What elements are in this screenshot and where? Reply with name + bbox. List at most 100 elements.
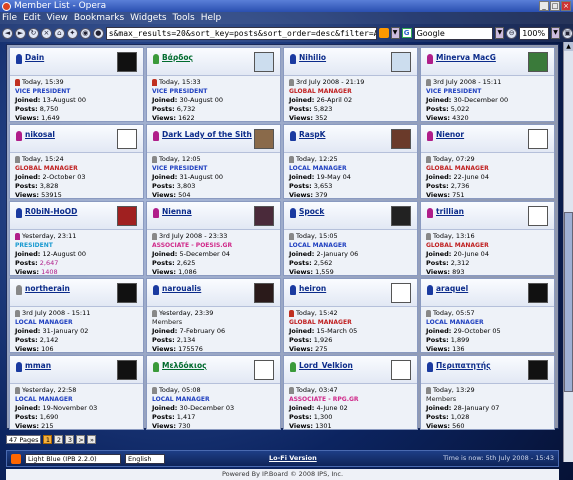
avatar[interactable] — [117, 206, 137, 226]
zoom-field[interactable]: 100% — [519, 26, 550, 40]
member-name-link[interactable]: RaspK — [299, 130, 325, 139]
views-label: Views: — [15, 114, 40, 122]
avatar[interactable] — [254, 129, 274, 149]
member-name-link[interactable]: Nienor — [436, 130, 464, 139]
member-name-link[interactable]: Dark Lady of the Sith — [162, 130, 252, 139]
member-card: Βάρδος Today, 15:33 VICE PRESIDENT Joined: … — [146, 47, 281, 122]
member-name-link[interactable]: Nienna — [162, 207, 192, 216]
member-name-link[interactable]: Dain — [25, 53, 44, 62]
posts-value: 8,750 — [39, 105, 59, 113]
search-dropdown-icon[interactable]: ▼ — [495, 27, 505, 39]
avatar[interactable] — [254, 360, 274, 380]
zoom-icon: ⊖ — [506, 27, 518, 39]
avatar[interactable] — [117, 52, 137, 72]
avatar[interactable] — [528, 360, 548, 380]
scroll-up-icon[interactable]: ▲ — [564, 42, 573, 51]
avatar[interactable] — [391, 206, 411, 226]
reload-icon[interactable]: ↻ — [27, 27, 39, 39]
avatar[interactable] — [117, 283, 137, 303]
avatar[interactable] — [528, 52, 548, 72]
member-name-link[interactable]: Lord_Velkion — [299, 361, 353, 370]
page-3-button[interactable]: 3 — [65, 435, 75, 444]
member-name-link[interactable]: northerain — [25, 284, 70, 293]
last-active-icon — [426, 79, 431, 86]
person-icon — [427, 208, 433, 218]
avatar[interactable] — [528, 283, 548, 303]
menu-bookmarks[interactable]: Bookmarks — [74, 12, 124, 24]
last-active: Yesterday, 23:39 — [159, 309, 214, 317]
menu-tools[interactable]: Tools — [173, 12, 195, 24]
menu-widgets[interactable]: Widgets — [130, 12, 166, 24]
avatar[interactable] — [254, 206, 274, 226]
vertical-scrollbar[interactable]: ▲ — [563, 42, 573, 462]
member-name-link[interactable]: nikosal — [25, 130, 55, 139]
joined-label: Joined: — [15, 327, 41, 335]
member-group: Members — [152, 318, 183, 326]
page-count[interactable]: 47 Pages — [6, 435, 42, 444]
forward-icon[interactable]: ► — [14, 27, 26, 39]
member-card-header: Dain — [10, 48, 143, 76]
avatar[interactable] — [528, 129, 548, 149]
rss-icon[interactable] — [11, 454, 21, 464]
avatar[interactable] — [391, 283, 411, 303]
joined-value: 29-October 05 — [453, 327, 501, 335]
member-name-link[interactable]: R0biN-HoOD — [25, 207, 77, 216]
next-page-button[interactable]: > — [76, 435, 86, 444]
wand-icon[interactable]: ✦ — [66, 27, 78, 39]
avatar[interactable] — [117, 129, 137, 149]
zoom-dropdown-icon[interactable]: ▼ — [551, 27, 561, 39]
stop-icon[interactable]: × — [40, 27, 52, 39]
views-label: Views: — [15, 422, 40, 430]
menu-file[interactable]: File — [2, 12, 17, 24]
views-value: 1,086 — [178, 268, 197, 276]
member-name-link[interactable]: Μελδόκιος — [162, 361, 207, 370]
views-label: Views: — [15, 191, 40, 199]
avatar[interactable] — [528, 206, 548, 226]
member-card: RaspK Today, 12:25 LOCAL MANAGER Joined: 19… — [283, 124, 418, 199]
menu-edit[interactable]: Edit — [23, 12, 40, 24]
avatar[interactable] — [391, 52, 411, 72]
page-2-button[interactable]: 2 — [54, 435, 64, 444]
person-icon — [290, 54, 296, 64]
panel-icon[interactable]: ▣ — [562, 27, 573, 39]
maximize-icon[interactable]: □ — [550, 1, 560, 11]
member-name-link[interactable]: Βάρδος — [162, 53, 193, 62]
scroll-thumb[interactable] — [564, 212, 573, 392]
member-card-header: Dark Lady of the Sith — [147, 125, 280, 153]
views-label: Views: — [289, 114, 314, 122]
views-label: Views: — [426, 345, 451, 353]
address-bar[interactable]: s&max_results=20&sort_key=posts&sort_ord… — [105, 26, 377, 40]
avatar[interactable] — [254, 52, 274, 72]
close-icon[interactable]: × — [561, 1, 571, 11]
member-card-header: Βάρδος — [147, 48, 280, 76]
member-name-link[interactable]: Spock — [299, 207, 324, 216]
member-name-link[interactable]: araquel — [436, 284, 468, 293]
speed-dial-icon[interactable]: ◉ — [79, 27, 91, 39]
skin-selector[interactable]: Light Blue (IPB 2.2.0) — [25, 454, 121, 464]
avatar[interactable] — [254, 283, 274, 303]
back-icon[interactable]: ◄ — [2, 27, 13, 39]
member-name-link[interactable]: Περιπατητής — [436, 361, 491, 370]
member-name-link[interactable]: Minerva MacG — [436, 53, 496, 62]
member-name-link[interactable]: trillian — [436, 207, 464, 216]
address-dropdown-icon[interactable]: ▼ — [390, 27, 400, 39]
member-name-link[interactable]: heiron — [299, 284, 326, 293]
member-name-link[interactable]: mman — [25, 361, 51, 370]
language-selector[interactable]: English — [125, 454, 165, 464]
avatar[interactable] — [391, 129, 411, 149]
minimize-icon[interactable]: _ — [539, 1, 549, 11]
lofi-version-link[interactable]: Lo-Fi Version — [269, 451, 317, 466]
page-1-button[interactable]: 1 — [43, 435, 53, 444]
member-name-link[interactable]: naroualis — [162, 284, 201, 293]
security-icon[interactable]: ● — [92, 27, 104, 39]
last-active: 3rd July 2008 - 15:11 — [433, 78, 502, 86]
avatar[interactable] — [117, 360, 137, 380]
avatar[interactable] — [391, 360, 411, 380]
menu-help[interactable]: Help — [201, 12, 222, 24]
last-page-button[interactable]: » — [87, 435, 97, 444]
search-input[interactable]: Google — [413, 26, 494, 40]
home-icon[interactable]: ⌂ — [53, 27, 65, 39]
member-name-link[interactable]: Nihilio — [299, 53, 326, 62]
rss-feed-icon[interactable] — [378, 28, 389, 38]
menu-view[interactable]: View — [47, 12, 68, 24]
